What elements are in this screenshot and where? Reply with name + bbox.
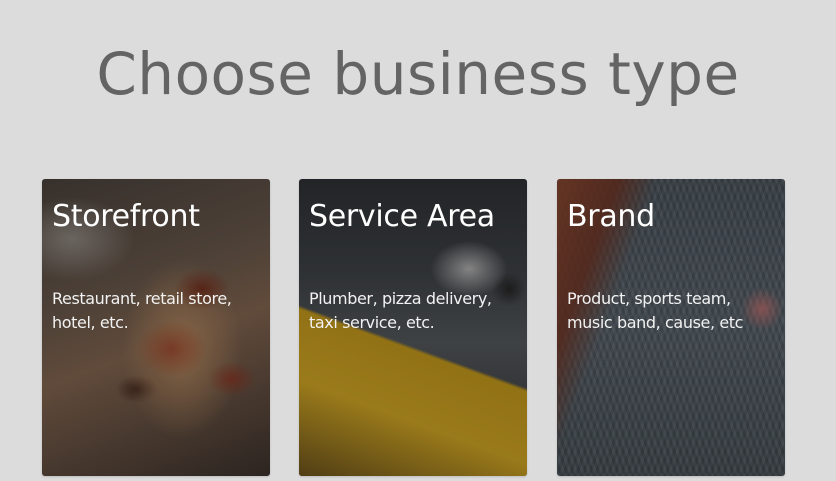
- card-title: Storefront: [52, 199, 200, 234]
- card-title: Brand: [567, 199, 655, 234]
- card-title: Service Area: [309, 199, 495, 234]
- storefront-card[interactable]: Storefront Restaurant, retail store, hot…: [42, 179, 270, 476]
- page-title: Choose business type: [96, 40, 740, 108]
- brand-card[interactable]: Brand Product, sports team, music band, …: [557, 179, 785, 476]
- business-type-cards: Storefront Restaurant, retail store, hot…: [42, 179, 786, 476]
- card-description: Restaurant, retail store, hotel, etc.: [52, 289, 232, 332]
- card-description: Product, sports team, music band, cause,…: [567, 289, 744, 332]
- service-area-card[interactable]: Service Area Plumber, pizza delivery, ta…: [299, 179, 527, 476]
- card-description: Plumber, pizza delivery, taxi service, e…: [309, 289, 492, 332]
